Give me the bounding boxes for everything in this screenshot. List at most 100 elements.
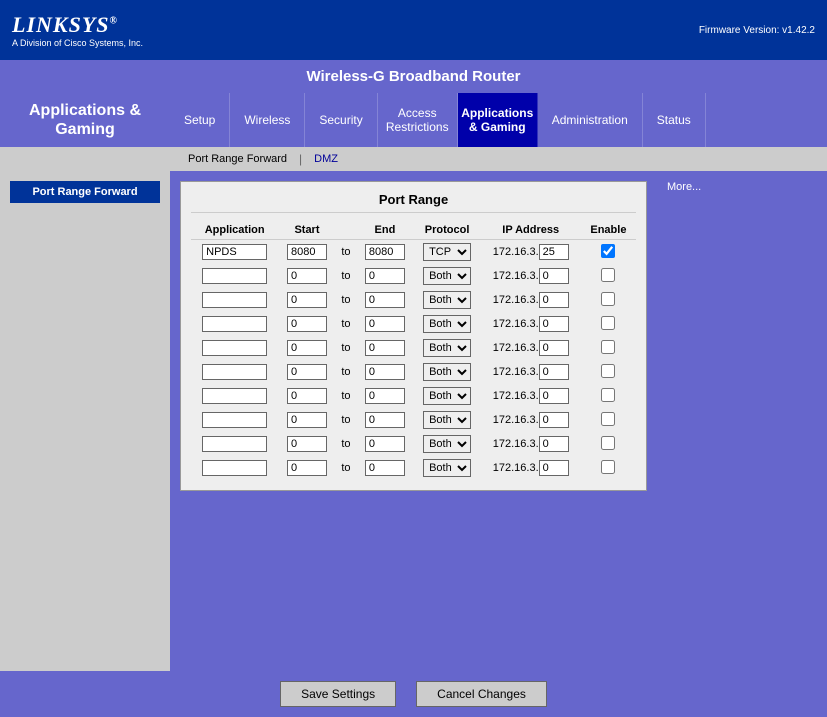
ip-last-input-3[interactable] xyxy=(539,316,569,332)
end-input-9[interactable] xyxy=(365,460,405,476)
protocol-select-2[interactable]: TCPUDPBoth xyxy=(423,291,471,309)
to-label-4: to xyxy=(336,336,357,360)
table-row: to TCPUDPBoth 172.16.3. xyxy=(191,264,636,288)
start-input-9[interactable] xyxy=(287,460,327,476)
app-input-9[interactable] xyxy=(202,460,267,476)
start-input-1[interactable] xyxy=(287,268,327,284)
protocol-select-0[interactable]: TCPUDPBoth xyxy=(423,243,471,261)
enable-checkbox-1[interactable] xyxy=(601,268,615,282)
table-row: to TCPUDPBoth 172.16.3. xyxy=(191,240,636,265)
ip-last-input-8[interactable] xyxy=(539,436,569,452)
to-label-7: to xyxy=(336,408,357,432)
start-input-4[interactable] xyxy=(287,340,327,356)
col-start: Start xyxy=(278,221,335,240)
to-label-9: to xyxy=(336,456,357,480)
start-input-8[interactable] xyxy=(287,436,327,452)
protocol-select-7[interactable]: TCPUDPBoth xyxy=(423,411,471,429)
app-input-3[interactable] xyxy=(202,316,267,332)
sidebar: Port Range Forward xyxy=(0,171,170,671)
ip-last-input-4[interactable] xyxy=(539,340,569,356)
ip-last-input-9[interactable] xyxy=(539,460,569,476)
tab-access-restrictions[interactable]: Access Restrictions xyxy=(378,93,458,147)
end-input-1[interactable] xyxy=(365,268,405,284)
protocol-select-3[interactable]: TCPUDPBoth xyxy=(423,315,471,333)
protocol-select-1[interactable]: TCPUDPBoth xyxy=(423,267,471,285)
enable-checkbox-0[interactable] xyxy=(601,244,615,258)
start-input-7[interactable] xyxy=(287,412,327,428)
tab-administration[interactable]: Administration xyxy=(538,93,643,147)
subnav-port-range-forward[interactable]: Port Range Forward xyxy=(180,151,295,167)
protocol-select-4[interactable]: TCPUDPBoth xyxy=(423,339,471,357)
end-input-8[interactable] xyxy=(365,436,405,452)
enable-checkbox-8[interactable] xyxy=(601,436,615,450)
table-row: to TCPUDPBoth 172.16.3. xyxy=(191,288,636,312)
tab-security[interactable]: Security xyxy=(305,93,377,147)
tab-applications-gaming[interactable]: Applications & Gaming xyxy=(458,93,538,147)
start-input-2[interactable] xyxy=(287,292,327,308)
cancel-changes-button[interactable]: Cancel Changes xyxy=(416,681,547,707)
protocol-select-6[interactable]: TCPUDPBoth xyxy=(423,387,471,405)
enable-checkbox-3[interactable] xyxy=(601,316,615,330)
app-input-8[interactable] xyxy=(202,436,267,452)
app-input-7[interactable] xyxy=(202,412,267,428)
start-input-5[interactable] xyxy=(287,364,327,380)
app-input-6[interactable] xyxy=(202,388,267,404)
to-label-6: to xyxy=(336,384,357,408)
tab-wireless[interactable]: Wireless xyxy=(230,93,305,147)
enable-checkbox-7[interactable] xyxy=(601,412,615,426)
ip-last-input-2[interactable] xyxy=(539,292,569,308)
end-input-3[interactable] xyxy=(365,316,405,332)
end-input-5[interactable] xyxy=(365,364,405,380)
col-protocol: Protocol xyxy=(414,221,481,240)
enable-checkbox-2[interactable] xyxy=(601,292,615,306)
ip-prefix-3: 172.16.3. xyxy=(493,318,539,330)
ip-last-input-7[interactable] xyxy=(539,412,569,428)
enable-checkbox-4[interactable] xyxy=(601,340,615,354)
start-input-0[interactable] xyxy=(287,244,327,260)
protocol-select-5[interactable]: TCPUDPBoth xyxy=(423,363,471,381)
ip-last-input-5[interactable] xyxy=(539,364,569,380)
nav-tabs: Setup Wireless Security Access Restricti… xyxy=(170,93,827,147)
tab-status[interactable]: Status xyxy=(643,93,706,147)
ip-prefix-8: 172.16.3. xyxy=(493,438,539,450)
nav-section-label: Applications & Gaming xyxy=(0,93,170,147)
table-row: to TCPUDPBoth 172.16.3. xyxy=(191,408,636,432)
table-row: to TCPUDPBoth 172.16.3. xyxy=(191,432,636,456)
enable-checkbox-5[interactable] xyxy=(601,364,615,378)
to-label-3: to xyxy=(336,312,357,336)
to-label-0: to xyxy=(336,240,357,265)
table-row: to TCPUDPBoth 172.16.3. xyxy=(191,384,636,408)
ip-last-input-1[interactable] xyxy=(539,268,569,284)
logo: LINKSYS® xyxy=(12,12,143,38)
to-label-1: to xyxy=(336,264,357,288)
ip-last-input-0[interactable] xyxy=(539,244,569,260)
enable-checkbox-6[interactable] xyxy=(601,388,615,402)
protocol-select-8[interactable]: TCPUDPBoth xyxy=(423,435,471,453)
end-input-0[interactable] xyxy=(365,244,405,260)
table-row: to TCPUDPBoth 172.16.3. xyxy=(191,360,636,384)
ip-last-input-6[interactable] xyxy=(539,388,569,404)
end-input-2[interactable] xyxy=(365,292,405,308)
app-input-0[interactable] xyxy=(202,244,267,260)
right-panel: More... xyxy=(657,171,827,671)
protocol-select-9[interactable]: TCPUDPBoth xyxy=(423,459,471,477)
end-input-7[interactable] xyxy=(365,412,405,428)
save-settings-button[interactable]: Save Settings xyxy=(280,681,396,707)
start-input-6[interactable] xyxy=(287,388,327,404)
app-input-2[interactable] xyxy=(202,292,267,308)
logo-area: LINKSYS® A Division of Cisco Systems, In… xyxy=(12,12,143,48)
table-row: to TCPUDPBoth 172.16.3. xyxy=(191,312,636,336)
to-label-2: to xyxy=(336,288,357,312)
start-input-3[interactable] xyxy=(287,316,327,332)
end-input-6[interactable] xyxy=(365,388,405,404)
app-input-5[interactable] xyxy=(202,364,267,380)
nav-bar: Applications & Gaming Setup Wireless Sec… xyxy=(0,93,827,147)
app-input-1[interactable] xyxy=(202,268,267,284)
ip-prefix-2: 172.16.3. xyxy=(493,294,539,306)
app-input-4[interactable] xyxy=(202,340,267,356)
enable-checkbox-9[interactable] xyxy=(601,460,615,474)
port-range-title: Port Range xyxy=(191,192,636,213)
end-input-4[interactable] xyxy=(365,340,405,356)
subnav-dmz[interactable]: DMZ xyxy=(306,151,346,167)
tab-setup[interactable]: Setup xyxy=(170,93,230,147)
